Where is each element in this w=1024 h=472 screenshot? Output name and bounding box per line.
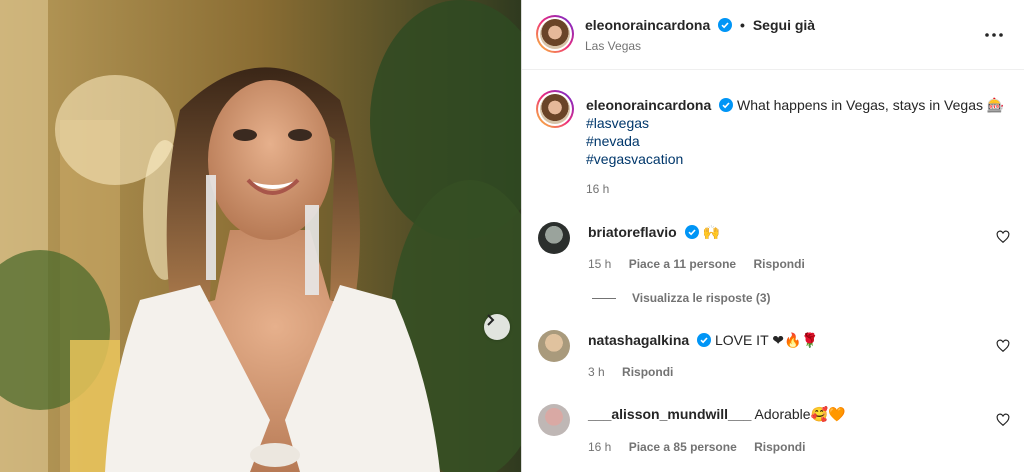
verified-badge-icon [719,98,734,112]
chevron-right-icon [487,314,495,326]
comment-text: ___alisson_mundwill___ Adorable🥰🧡 [588,405,845,423]
reply-button[interactable]: Rispondi [622,365,673,379]
commenter-avatar[interactable] [538,330,570,362]
reply-button[interactable]: Rispondi [753,257,804,271]
caption-username[interactable]: eleonoraincardona [586,97,711,113]
author-username[interactable]: eleonoraincardona [585,17,710,33]
follow-status-button[interactable]: Segui già [753,17,815,33]
separator-dot: • [740,17,745,33]
comment-meta: 16 h Piace a 85 persone Rispondi [588,440,819,454]
verified-badge-icon [684,225,699,239]
more-options-icon[interactable] [984,26,1004,44]
hashtag-link[interactable]: #lasvegas [586,114,1006,132]
verified-badge-icon [697,333,712,347]
commenter-username[interactable]: ___alisson_mundwill___ [588,406,751,422]
replies-line [592,297,616,299]
comment-body: LOVE IT ❤🔥🌹 [714,332,819,348]
comment-likes[interactable]: Piace a 85 persone [629,440,737,454]
post-header: eleonoraincardona • Segui già Las Vegas [522,0,1024,70]
post-details-panel: eleonoraincardona • Segui già Las Vegas … [522,0,1024,472]
caption-author-avatar[interactable] [536,90,574,128]
reply-button[interactable]: Rispondi [754,440,805,454]
author-line: eleonoraincardona • Segui già [585,17,815,33]
hashtag-link[interactable]: #nevada [586,132,1006,150]
view-replies-label: Visualizza le risposte (3) [632,291,771,305]
caption-body: What happens in Vegas, stays in Vegas 🎰 [737,97,1005,113]
heart-icon[interactable] [996,413,1010,427]
next-photo-button[interactable] [484,314,510,340]
hashtag-link[interactable]: #vegasvacation [586,150,1006,168]
comment-time[interactable]: 16 h [588,440,611,454]
comment-likes[interactable]: Piace a 11 persone [629,257,736,271]
post-photo-illustration [0,0,521,472]
view-replies-button[interactable]: Visualizza le risposte (3) [592,291,771,305]
comment-meta: 15 h Piace a 11 persone Rispondi [588,257,819,271]
comment-text: natashagalkina LOVE IT ❤🔥🌹 [588,331,819,349]
caption-text-block: eleonoraincardona What happens in Vegas,… [586,96,1006,168]
post-location[interactable]: Las Vegas [585,39,641,53]
heart-icon[interactable] [996,230,1010,244]
caption-timestamp[interactable]: 16 h [586,182,609,196]
comment-meta: 3 h Rispondi [588,365,687,379]
commenter-username[interactable]: briatoreflavio [588,224,677,240]
comment-time[interactable]: 15 h [588,257,611,271]
commenter-avatar[interactable] [538,222,570,254]
comment-text: briatoreflavio 🙌 [588,223,720,241]
comment-time[interactable]: 3 h [588,365,605,379]
post-photo [0,0,521,472]
author-avatar[interactable] [536,15,574,53]
commenter-username[interactable]: natashagalkina [588,332,689,348]
comment-body: Adorable🥰🧡 [754,406,846,422]
verified-badge-icon [718,18,733,32]
comment-body: 🙌 [702,224,720,240]
heart-icon[interactable] [996,339,1010,353]
commenter-avatar[interactable] [538,404,570,436]
